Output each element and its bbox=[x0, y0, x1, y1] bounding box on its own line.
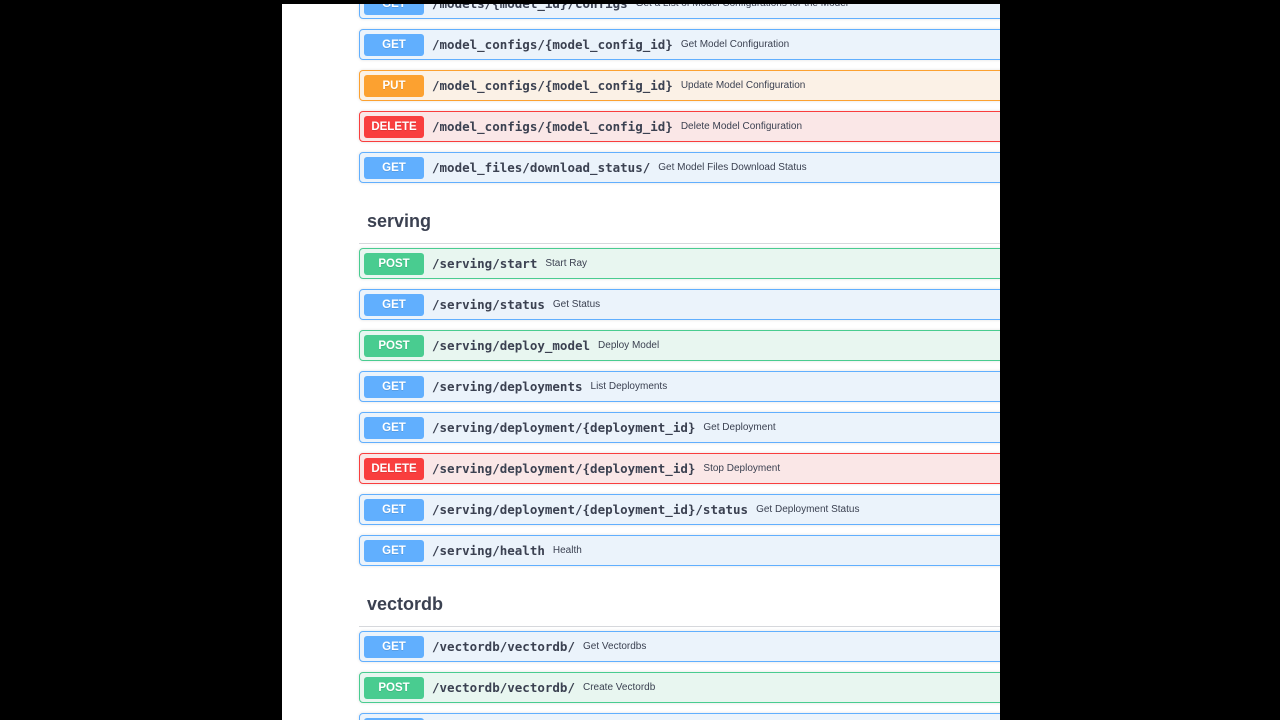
operation-path: /serving/deployment/{deployment_id}/stat… bbox=[432, 502, 749, 517]
method-badge: GET bbox=[364, 635, 424, 658]
method-badge: GET bbox=[364, 375, 424, 398]
operation-path: /serving/health bbox=[432, 543, 545, 558]
operation-summary: Get Model Configuration bbox=[680, 39, 790, 50]
method-badge: PUT bbox=[364, 74, 424, 97]
operations-list: GET/models/{model_id}/configs Get a List … bbox=[359, 4, 1000, 720]
method-badge: GET bbox=[364, 416, 424, 439]
operation-get-serving-status[interactable]: GET/serving/status Get Status bbox=[359, 289, 1000, 320]
operation-path: /serving/start bbox=[432, 256, 538, 271]
method-badge: POST bbox=[364, 252, 424, 275]
operation-post-serving-start[interactable]: POST/serving/start Start Ray bbox=[359, 248, 1000, 279]
operation-get-serving-deployment-deployment-id[interactable]: GET/serving/deployment/{deployment_id} Ge… bbox=[359, 412, 1000, 443]
operation-summary: Update Model Configuration bbox=[680, 80, 806, 91]
operation-delete-model-configs-model-config-id[interactable]: DELETE/model_configs/{model_config_id} De… bbox=[359, 111, 1000, 142]
operation-path: /vectordb/vectordb/ bbox=[432, 680, 575, 695]
operation-get-models-model-id-configs[interactable]: GET/models/{model_id}/configs Get a List … bbox=[359, 4, 1000, 19]
method-badge: GET bbox=[364, 498, 424, 521]
operation-path: /vectordb/vectordb/ bbox=[432, 639, 575, 654]
operation-summary: Get Deployment bbox=[703, 422, 776, 433]
operation-path: /model_configs/{model_config_id} bbox=[432, 119, 673, 134]
method-badge: DELETE bbox=[364, 457, 424, 480]
operation-path: /model_configs/{model_config_id} bbox=[432, 78, 673, 93]
method-badge: POST bbox=[364, 676, 424, 699]
operation-summary: Get Deployment Status bbox=[756, 504, 860, 515]
operation-path: /model_configs/{model_config_id} bbox=[432, 37, 673, 52]
operation-path: /models/{model_id}/configs bbox=[432, 4, 628, 11]
operation-summary: Get Vectordbs bbox=[583, 641, 647, 652]
operation-path: /serving/deploy_model bbox=[432, 338, 591, 353]
section-header-vectordb[interactable]: vectordb bbox=[359, 576, 1000, 627]
swagger-page: GET/models/{model_id}/configs Get a List … bbox=[282, 4, 1000, 720]
operation-summary: Get Model Files Download Status bbox=[658, 162, 807, 173]
operation-get-serving-health[interactable]: GET/serving/health Health bbox=[359, 535, 1000, 566]
operation-summary: Create Vectordb bbox=[583, 682, 656, 693]
operation-path: /model_files/download_status/ bbox=[432, 160, 651, 175]
method-badge: GET bbox=[364, 539, 424, 562]
method-badge: GET bbox=[364, 33, 424, 56]
operation-get-serving-deployment-deployment-id-status[interactable]: GET/serving/deployment/{deployment_id}/s… bbox=[359, 494, 1000, 525]
method-badge: POST bbox=[364, 334, 424, 357]
operation-summary: Start Ray bbox=[545, 258, 588, 269]
operation-path: /serving/deployment/{deployment_id} bbox=[432, 461, 696, 476]
operation-summary: Deploy Model bbox=[598, 340, 660, 351]
method-badge: GET bbox=[364, 293, 424, 316]
operation-summary: Delete Model Configuration bbox=[680, 121, 803, 132]
method-badge: DELETE bbox=[364, 115, 424, 138]
operation-summary: Health bbox=[552, 545, 582, 556]
operation-put-model-configs-model-config-id[interactable]: PUT/model_configs/{model_config_id} Updat… bbox=[359, 70, 1000, 101]
operation-get-vectordb-vectordb[interactable]: GET/vectordb/vectordb/Get Vectordbs bbox=[359, 631, 1000, 662]
section-title: vectordb bbox=[367, 594, 444, 614]
operation-get-vectordb-vectordb-vectordb-id[interactable]: GET/vectordb/vectordb/{vectordb_id}Get V… bbox=[359, 713, 1000, 720]
section-header-serving[interactable]: serving bbox=[359, 193, 1000, 244]
operation-get-model-files-download-status[interactable]: GET/model_files/download_status/Get Mode… bbox=[359, 152, 1000, 183]
operation-path: /serving/deployments bbox=[432, 379, 583, 394]
operation-path: /serving/deployment/{deployment_id} bbox=[432, 420, 696, 435]
operation-summary: Get a List of Model Configurations for t… bbox=[636, 4, 848, 9]
operation-path: /serving/status bbox=[432, 297, 545, 312]
operation-summary: Stop Deployment bbox=[703, 463, 781, 474]
section-title: serving bbox=[367, 211, 432, 231]
operation-post-serving-deploy-model[interactable]: POST/serving/deploy_model Deploy Model bbox=[359, 330, 1000, 361]
method-badge: GET bbox=[364, 4, 424, 15]
operation-post-vectordb-vectordb[interactable]: POST/vectordb/vectordb/Create Vectordb bbox=[359, 672, 1000, 703]
operation-summary: Get Status bbox=[552, 299, 601, 310]
method-badge: GET bbox=[364, 156, 424, 179]
operation-summary: List Deployments bbox=[590, 381, 668, 392]
operation-delete-serving-deployment-deployment-id[interactable]: DELETE/serving/deployment/{deployment_id… bbox=[359, 453, 1000, 484]
operation-get-serving-deployments[interactable]: GET/serving/deployments List Deployments bbox=[359, 371, 1000, 402]
operation-get-model-configs-model-config-id[interactable]: GET/model_configs/{model_config_id} Get M… bbox=[359, 29, 1000, 60]
